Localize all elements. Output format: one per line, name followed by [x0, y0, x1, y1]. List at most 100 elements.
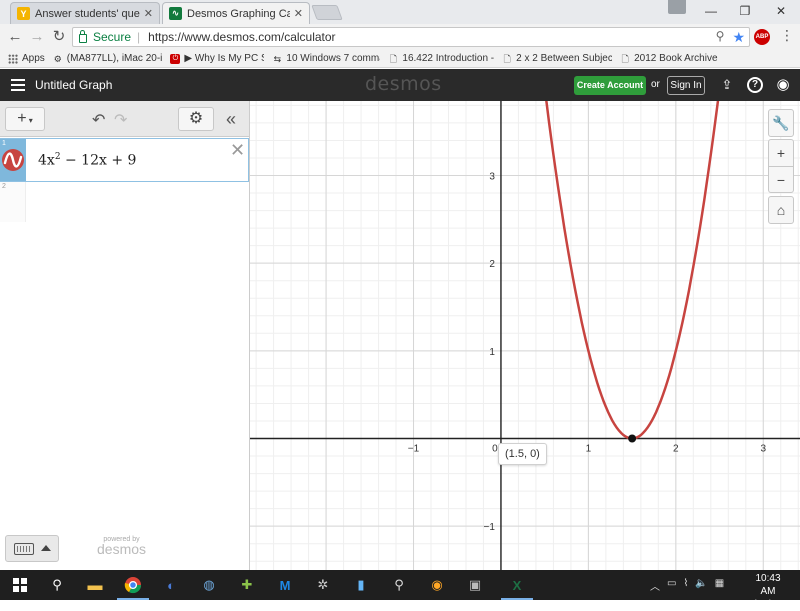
- home-icon[interactable]: ⌂: [769, 197, 793, 223]
- desmos-header: Untitled Graph desmos Create Account or …: [0, 69, 800, 101]
- bookmark-label: ▶ Why Is My PC Slow: [184, 53, 264, 64]
- undo-icon[interactable]: ↶: [92, 110, 105, 130]
- minimize-button[interactable]: —: [696, 2, 726, 20]
- bookmark-16422[interactable]: 🗋 16.422 Introduction -: [388, 53, 494, 64]
- zoom-in-icon[interactable]: +: [769, 140, 793, 166]
- powered-by-desmos[interactable]: powered by desmos: [97, 536, 146, 557]
- expression-tab: 1: [0, 139, 26, 181]
- media-app-icon[interactable]: ◉: [426, 574, 448, 596]
- keyboard-toggle-button[interactable]: [5, 535, 59, 562]
- magnifier-app-icon[interactable]: ⚲: [388, 574, 410, 596]
- new-tab-button[interactable]: [311, 5, 343, 20]
- bookmark-star-icon[interactable]: ★: [732, 29, 745, 46]
- or-label: or: [651, 79, 660, 90]
- bookmark-pc-slow[interactable]: ⏻ ▶ Why Is My PC Slow: [170, 53, 264, 64]
- browser-tab-answer[interactable]: Y Answer students' questio ✕: [10, 2, 160, 24]
- m-app-icon[interactable]: M: [274, 574, 296, 596]
- browser-tab-desmos[interactable]: ∿ Desmos Graphing Calcul ✕: [162, 2, 310, 24]
- home-tool: ⌂: [768, 196, 794, 224]
- profile-icon[interactable]: [668, 0, 686, 14]
- file-explorer-icon[interactable]: ▬: [84, 574, 106, 596]
- function-curve: [545, 101, 720, 440]
- expr-base: 4x: [38, 152, 55, 169]
- app-circle-icon[interactable]: ◐: [160, 574, 182, 596]
- page-icon: 🗋: [503, 53, 511, 64]
- volume-icon[interactable]: 🔈: [695, 578, 707, 593]
- puzzle-app-icon[interactable]: ✚: [236, 574, 258, 596]
- tray-chevron-icon[interactable]: ︿: [650, 578, 660, 593]
- wifi-icon[interactable]: ⌇: [683, 578, 688, 593]
- desmos-favicon-icon: ∿: [169, 7, 182, 20]
- settings-gear-icon[interactable]: ⚙: [178, 107, 214, 131]
- expression-index: 1: [2, 140, 6, 147]
- bookmark-label: 10 Windows 7 comma: [286, 53, 381, 64]
- zoom-out-icon[interactable]: −: [769, 166, 793, 192]
- secure-label: Secure: [93, 30, 132, 44]
- bookmark-apps[interactable]: Apps: [8, 53, 45, 64]
- taskbar-clock[interactable]: 10:43 AM 6/13/2017: [748, 572, 793, 611]
- share-icon[interactable]: ⇪: [719, 77, 735, 93]
- hamburger-menu-icon[interactable]: [11, 79, 25, 91]
- graph-paper[interactable]: −101234−1123 (1.5, 0) 🔧 + − ⌂: [250, 101, 800, 570]
- omnibox[interactable]: Secure | https://www.desmos.com/calculat…: [72, 27, 750, 47]
- y-tick-label: −1: [484, 522, 496, 533]
- network-icon[interactable]: ▭: [667, 578, 676, 593]
- x-tick-label: 1: [586, 444, 592, 455]
- tab-close-icon[interactable]: ✕: [144, 7, 153, 20]
- y-tick-label: 2: [489, 259, 495, 270]
- help-icon[interactable]: ?: [747, 77, 763, 93]
- back-icon[interactable]: ←: [6, 28, 24, 46]
- desmos-logo: desmos: [365, 73, 442, 95]
- x-tick-label: 3: [760, 444, 766, 455]
- powered-by-logo: desmos: [97, 541, 147, 557]
- y-tick-label: 1: [489, 347, 495, 358]
- delete-expression-icon[interactable]: ✕: [230, 140, 245, 161]
- bookmark-label: 2012 Book Archive: [634, 53, 718, 64]
- page-icon: 🗋: [389, 53, 398, 64]
- expression-row[interactable]: 1 4x2 − 12x + 9 ✕: [0, 138, 249, 182]
- expression-index: 2: [2, 183, 6, 190]
- tab-favicon-icon: Y: [17, 7, 30, 20]
- omnibox-icons: ⚲ ★: [716, 29, 745, 46]
- expression-math[interactable]: 4x2 − 12x + 9: [38, 152, 136, 169]
- mail-app-icon[interactable]: ◍: [198, 574, 220, 596]
- search-icon[interactable]: ⚲: [46, 574, 68, 596]
- keyboard-tray-icon[interactable]: ▦: [715, 578, 724, 593]
- graph-title[interactable]: Untitled Graph: [35, 78, 112, 92]
- gear-app-icon[interactable]: ✲: [312, 574, 334, 596]
- restore-button[interactable]: ❐: [730, 2, 760, 20]
- graph-settings-tool: 🔧: [768, 109, 794, 137]
- close-window-button[interactable]: ✕: [766, 2, 796, 20]
- bookmark-2x2[interactable]: 🗋 2 x 2 Between Subjec: [502, 53, 613, 64]
- expression-row-empty[interactable]: 2: [0, 182, 26, 222]
- zoom-icon[interactable]: ⚲: [716, 29, 725, 46]
- terminal-app-icon[interactable]: ▣: [464, 574, 486, 596]
- excel-icon[interactable]: X: [501, 574, 533, 600]
- x-tick-label: 2: [673, 444, 679, 455]
- create-account-button[interactable]: Create Account: [574, 76, 646, 95]
- bookmark-label: 16.422 Introduction -: [402, 53, 495, 64]
- browser-menu-icon[interactable]: ⋮: [780, 27, 794, 44]
- add-item-button[interactable]: + ▾: [5, 107, 45, 131]
- collapse-panel-icon[interactable]: «: [226, 109, 236, 130]
- bookmark-windows7[interactable]: ⇆ 10 Windows 7 comma: [272, 53, 381, 64]
- bookmark-2012-archive[interactable]: 🗋 2012 Book Archive: [620, 53, 718, 64]
- bookmark-imac[interactable]: ⚙ (MA877LL), iMac 20-i: [53, 53, 163, 64]
- url-text[interactable]: https://www.desmos.com/calculator: [148, 30, 335, 44]
- adblock-extension-icon[interactable]: ABP: [754, 29, 770, 45]
- forward-icon[interactable]: →: [28, 28, 46, 46]
- sign-in-button[interactable]: Sign In: [667, 76, 705, 95]
- tab-close-icon[interactable]: ✕: [294, 7, 303, 20]
- curve-color-toggle-icon[interactable]: [2, 149, 24, 171]
- globe-icon[interactable]: ◉: [775, 77, 791, 93]
- bookmark-label: Apps: [22, 53, 45, 64]
- graph-svg[interactable]: −101234−1123: [250, 101, 800, 570]
- wrench-icon[interactable]: 🔧: [769, 110, 793, 136]
- id-card-icon[interactable]: ▮: [350, 574, 372, 596]
- chrome-icon[interactable]: [117, 574, 149, 600]
- start-button[interactable]: [9, 574, 31, 596]
- reload-icon[interactable]: ↻: [50, 28, 68, 46]
- point-coordinate-label[interactable]: (1.5, 0): [498, 443, 547, 465]
- redo-icon[interactable]: ↷: [114, 110, 127, 130]
- lock-icon: [79, 29, 87, 43]
